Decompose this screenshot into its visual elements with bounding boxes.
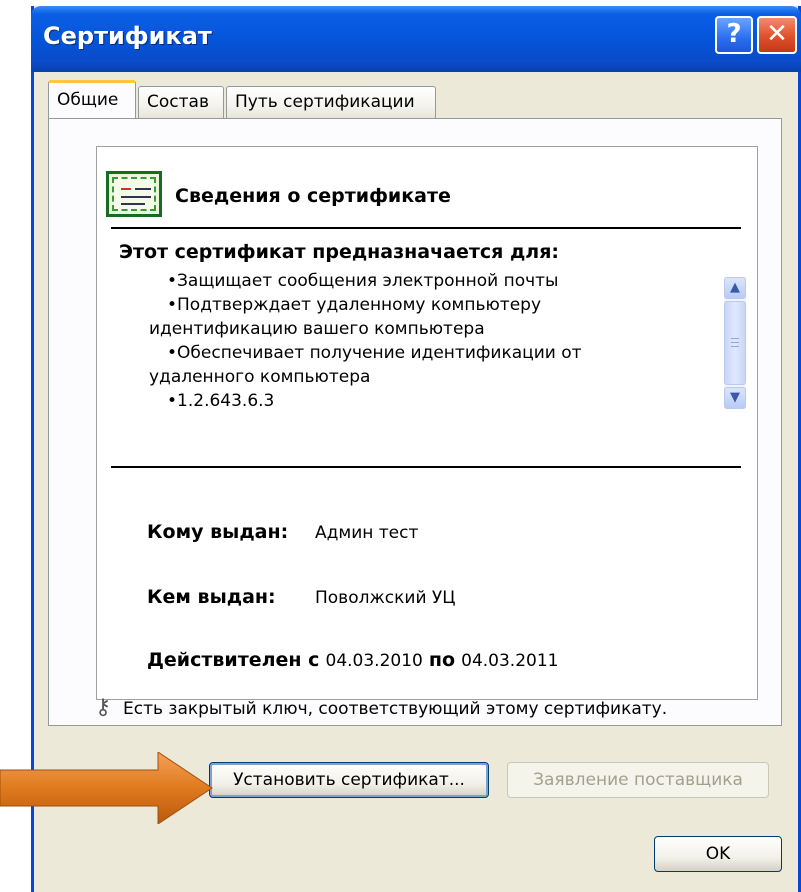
tab-panel-general: Сведения о сертификате Этот сертификат п…	[48, 118, 782, 726]
arrow-right-icon	[0, 752, 213, 824]
valid-to-label: по	[428, 649, 456, 671]
install-certificate-button[interactable]: Установить сертификат...	[209, 762, 489, 798]
issued-to-value: Админ тест	[315, 523, 419, 543]
info-heading: Сведения о сертификате	[175, 185, 451, 207]
valid-to-value: 04.03.2011	[461, 651, 559, 671]
issuer-statement-button[interactable]: Заявление поставщика	[507, 762, 769, 798]
list-item: •Обеспечивает получение идентификации от	[167, 343, 582, 363]
list-item-continuation: идентификацию вашего компьютера	[149, 319, 485, 339]
valid-from-value: 04.03.2010	[325, 651, 423, 671]
issued-to-label: Кому выдан:	[147, 521, 289, 543]
purpose-list[interactable]: •Защищает сообщения электронной почты •П…	[149, 269, 689, 413]
issued-by-label: Кем выдан:	[147, 586, 276, 608]
scroll-thumb[interactable]	[724, 301, 746, 385]
chevron-down-icon: ▼	[730, 390, 740, 405]
title-bar: Сертификат ? ✕	[31, 6, 801, 72]
list-item: •Защищает сообщения электронной почты	[167, 271, 559, 291]
close-button[interactable]: ✕	[757, 16, 797, 54]
close-icon: ✕	[766, 19, 788, 49]
help-button[interactable]: ?	[715, 16, 753, 54]
scroll-up-button[interactable]: ▲	[724, 277, 746, 299]
divider-bottom	[111, 466, 741, 468]
tab-general[interactable]: Общие	[48, 80, 136, 118]
chevron-up-icon: ▲	[730, 280, 740, 295]
tab-certification-path[interactable]: Путь сертификации	[226, 86, 436, 118]
purpose-title: Этот сертификат предназначается для:	[119, 241, 560, 263]
tab-details[interactable]: Состав	[138, 86, 224, 118]
help-icon: ?	[726, 19, 742, 49]
purpose-scrollbar[interactable]: ▲ ▼	[724, 277, 746, 409]
scroll-down-button[interactable]: ▼	[724, 387, 746, 409]
issued-by-value: Поволжский УЦ	[315, 588, 456, 608]
validity-row: Действителен с 04.03.2010 по 04.03.2011	[147, 649, 558, 671]
list-item: •Подтверждает удаленному компьютеру	[167, 295, 542, 315]
certificate-info-box: Сведения о сертификате Этот сертификат п…	[95, 146, 758, 720]
divider-top	[111, 227, 741, 229]
list-item: •1.2.643.6.3	[167, 391, 275, 411]
ok-button[interactable]: OK	[654, 836, 782, 872]
valid-from-label: Действителен с	[147, 649, 320, 671]
key-icon: ⚷	[95, 695, 112, 720]
private-key-text: Есть закрытый ключ, соответствующий этом…	[123, 699, 668, 719]
list-item-continuation: удаленного компьютера	[149, 367, 371, 387]
certificate-icon	[106, 171, 162, 217]
window-title: Сертификат	[43, 22, 212, 50]
